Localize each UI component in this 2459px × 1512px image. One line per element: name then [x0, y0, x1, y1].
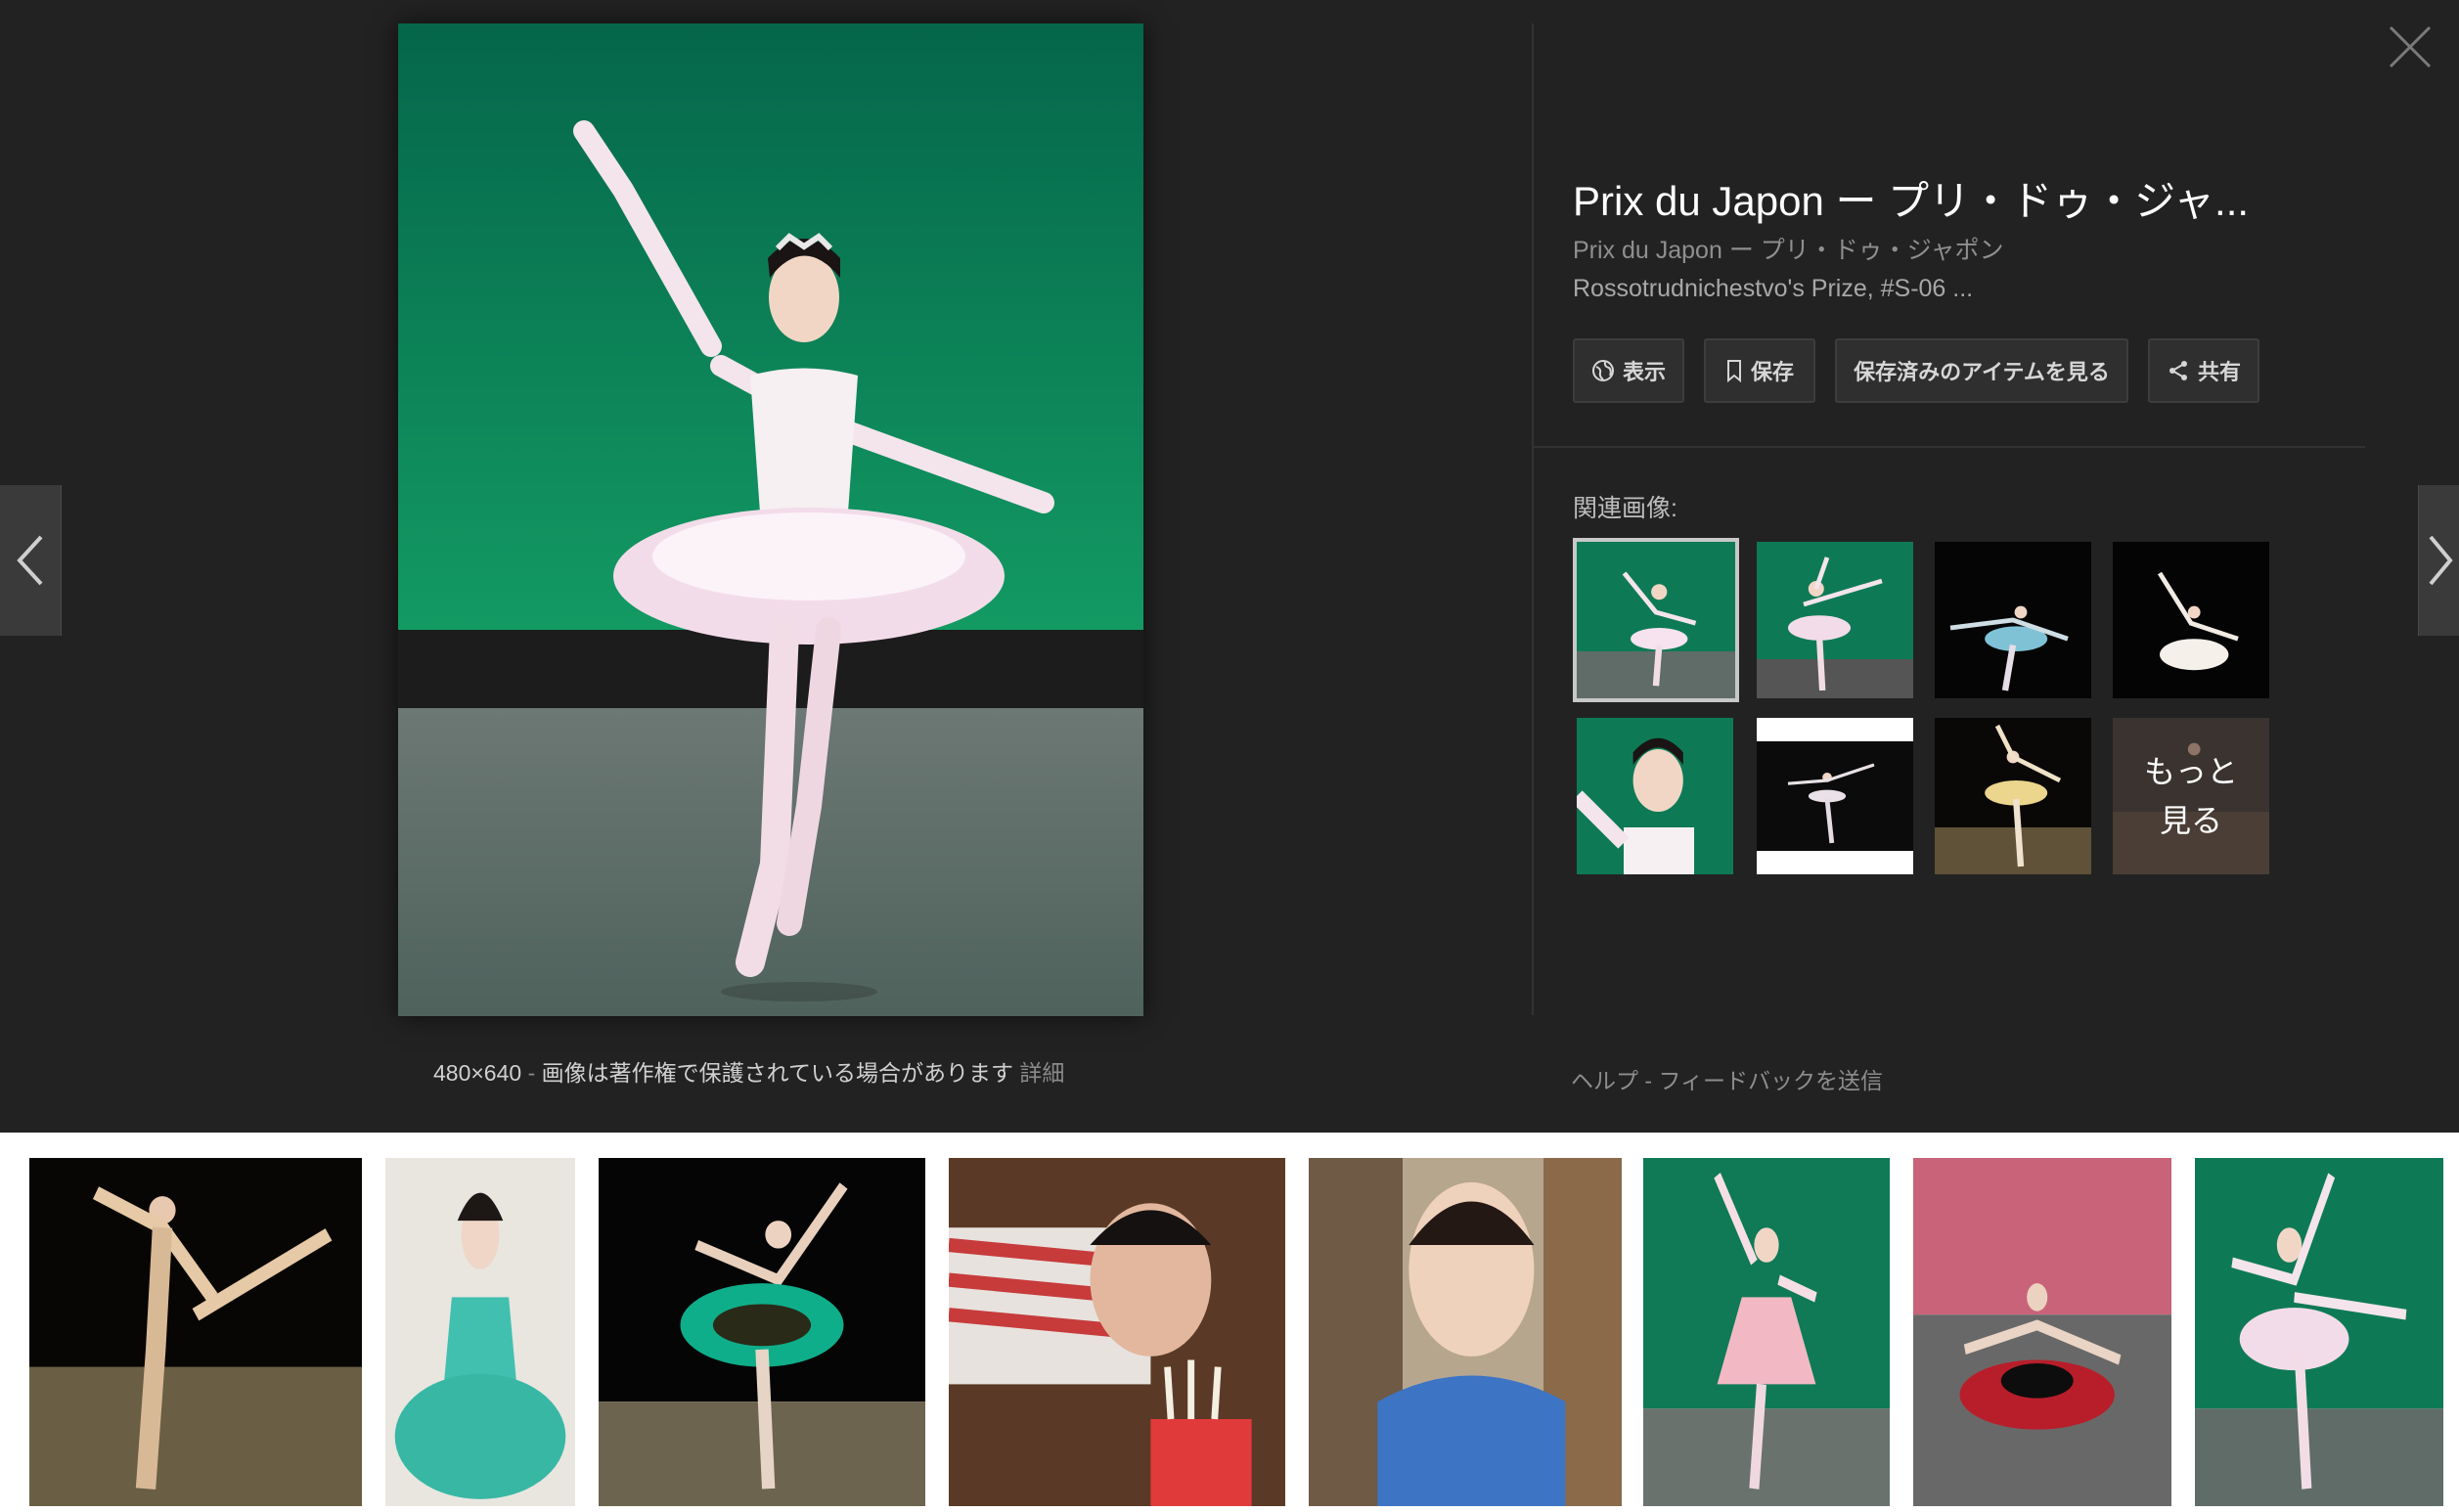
previous-image-button[interactable]: [0, 485, 62, 636]
image-result[interactable]: [1643, 1158, 1890, 1506]
related-images-label: 関連画像:: [1573, 495, 1677, 522]
image-result[interactable]: [1913, 1158, 2171, 1506]
save-button[interactable]: 保存: [1704, 338, 1815, 403]
image-result[interactable]: [599, 1158, 925, 1506]
main-image[interactable]: [398, 23, 1143, 1016]
globe-icon: [1591, 360, 1614, 381]
saved-items-button[interactable]: 保存済みのアイテムを見る: [1835, 338, 2128, 403]
image-result[interactable]: [949, 1158, 1285, 1506]
panel-divider: [1532, 23, 1534, 1015]
save-button-label: 保存: [1750, 360, 1794, 384]
feedback-link[interactable]: フィードバックを送信: [1658, 1068, 1883, 1093]
chevron-left-icon: [17, 535, 43, 586]
image-subtitle: Prix du Japon ー プリ・ドゥ・ジャポン: [1573, 237, 2004, 264]
share-icon: [2168, 361, 2187, 380]
related-thumb[interactable]: [1935, 542, 2091, 698]
image-result[interactable]: [385, 1158, 575, 1506]
related-thumb[interactable]: [1577, 718, 1733, 874]
close-icon: [2389, 25, 2432, 68]
bookmark-icon: [1726, 360, 1741, 382]
image-result[interactable]: [29, 1158, 362, 1506]
related-thumb[interactable]: [1757, 718, 1913, 874]
image-result[interactable]: [2195, 1158, 2443, 1506]
related-thumb[interactable]: [1757, 542, 1913, 698]
image-results-strip: [0, 1133, 2459, 1512]
view-button-label: 表示: [1622, 360, 1666, 384]
related-thumb[interactable]: [1573, 538, 1739, 702]
section-divider: [1534, 446, 2365, 448]
viewer-footer-links: ヘルプ - フィードバックを送信: [1571, 1068, 1883, 1093]
details-link[interactable]: 詳細: [1019, 1060, 1064, 1086]
chevron-right-icon: [2429, 535, 2453, 586]
image-title[interactable]: Prix du Japon ー プリ・ドゥ・ジャ...: [1573, 168, 2249, 228]
saved-items-button-label: 保存済みのアイテムを見る: [1854, 360, 2110, 384]
share-button-label: 共有: [2197, 360, 2241, 384]
copyright-notice: 画像は著作権で保護されている場合があります: [541, 1060, 1013, 1086]
next-image-button[interactable]: [2418, 485, 2459, 636]
related-thumb[interactable]: [2113, 542, 2269, 698]
view-button[interactable]: 表示: [1573, 338, 1684, 403]
more-related-button[interactable]: もっと 見る: [2113, 718, 2269, 874]
more-related-label: もっと 見る: [2143, 754, 2238, 838]
help-link[interactable]: ヘルプ: [1571, 1068, 1638, 1093]
related-thumb[interactable]: [1935, 718, 2091, 874]
image-result[interactable]: [1309, 1158, 1622, 1506]
image-viewer-panel: 480×640 - 画像は著作権で保護されている場合があります 詳細 Prix …: [0, 0, 2459, 1133]
image-description: Rossotrudnichestvo's Prize, #S-06 ...: [1573, 275, 1974, 302]
image-caption: 480×640 - 画像は著作権で保護されている場合があります 詳細: [433, 1060, 1065, 1086]
image-dimensions: 480×640: [433, 1060, 522, 1086]
close-button[interactable]: [2387, 23, 2434, 70]
share-button[interactable]: 共有: [2148, 338, 2259, 403]
